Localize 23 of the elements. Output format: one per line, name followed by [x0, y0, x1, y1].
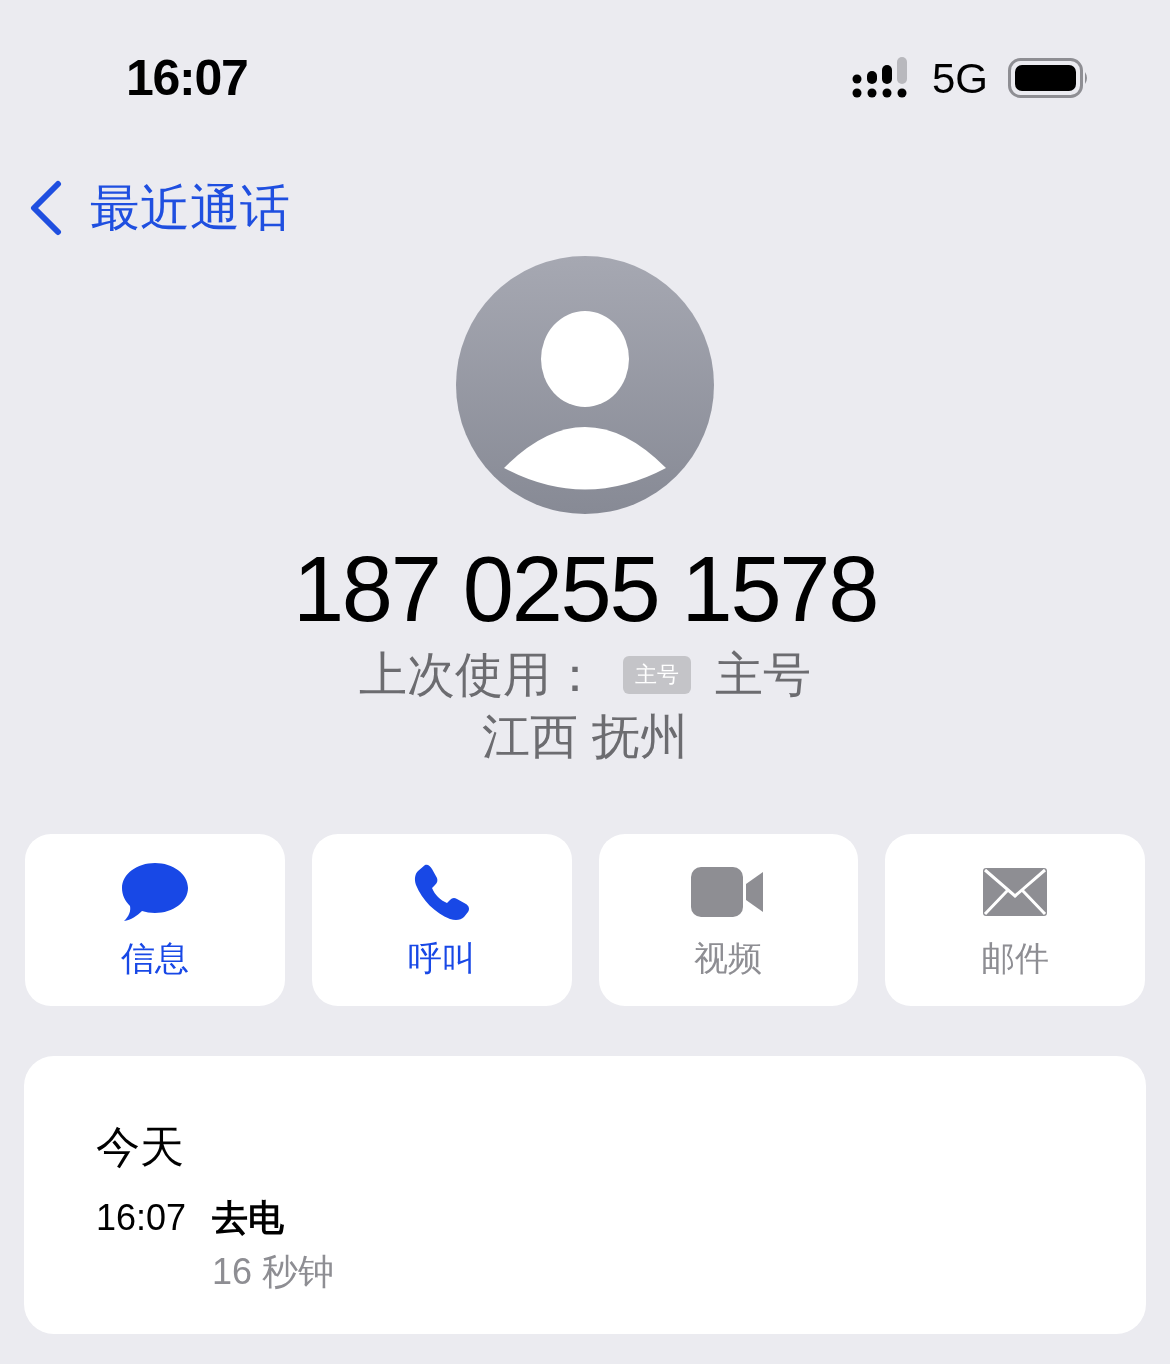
status-time: 16:07 [126, 48, 248, 108]
action-button[interactable]: 信息 [25, 834, 285, 1006]
phone-icon [412, 863, 471, 921]
back-link[interactable]: 最近通话 [28, 176, 290, 240]
action-button[interactable]: 视频 [598, 834, 859, 1006]
video-camera-icon [691, 867, 766, 917]
line-name: 主号 [715, 647, 811, 703]
envelope-icon [981, 866, 1050, 918]
speech-bubble-icon [120, 861, 189, 923]
action-button[interactable]: 邮件 [885, 834, 1145, 1006]
history-day: 今天 [96, 1122, 1146, 1172]
battery-icon [1008, 58, 1090, 98]
call-time: 16:07 [96, 1196, 187, 1240]
network-label: 5G [931, 53, 988, 104]
line-badge: 主号 [623, 656, 691, 694]
action-button[interactable]: 呼叫 [311, 834, 572, 1006]
location-label: 江西 抚州 [482, 709, 688, 765]
phone-number: 187 0255 1578 [292, 537, 878, 642]
avatar-icon [456, 256, 714, 514]
call-duration: 16 秒钟 [212, 1250, 335, 1294]
last-used-label: 上次使用： [359, 647, 599, 703]
call-type: 去电 [212, 1196, 286, 1240]
chevron-left-icon [28, 180, 62, 236]
